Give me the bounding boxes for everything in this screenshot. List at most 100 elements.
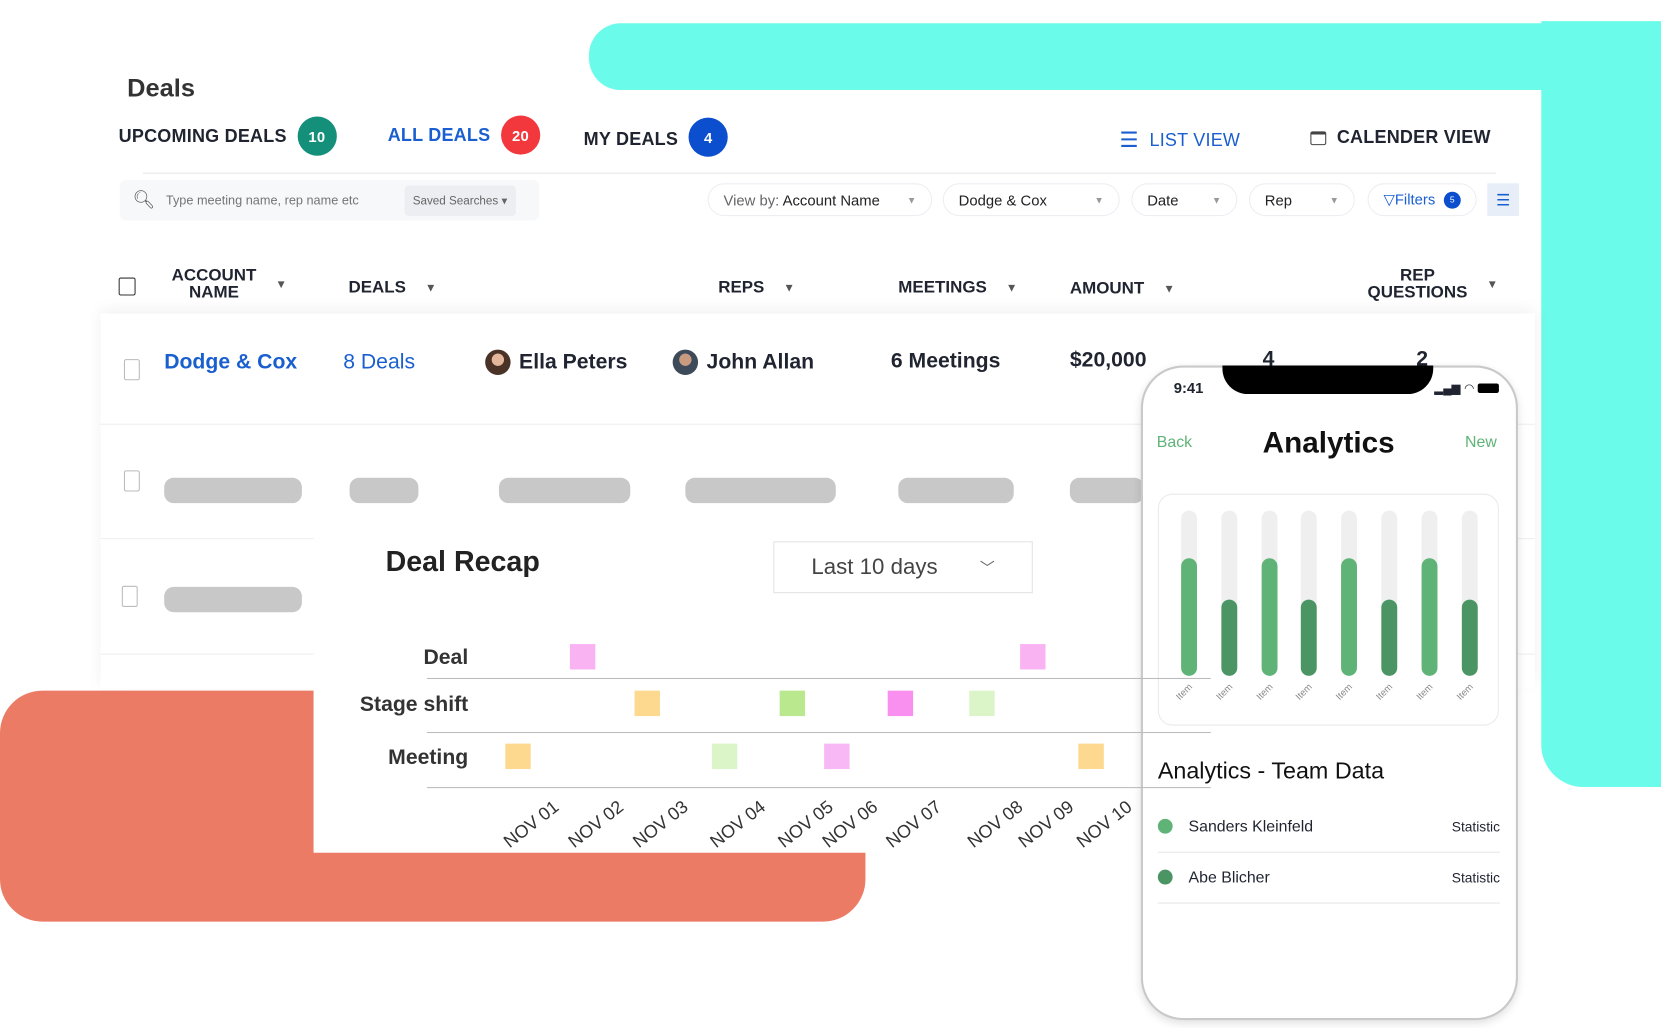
status-time: 9:41 <box>1173 379 1204 397</box>
event-marker[interactable] <box>824 743 850 770</box>
tab-label: UPCOMING DEALS <box>118 125 287 146</box>
saved-searches-dropdown[interactable]: Saved Searches ▾ <box>404 184 516 216</box>
event-marker[interactable] <box>634 690 660 717</box>
calendar-icon <box>1310 130 1327 145</box>
list-view-button[interactable]: ☰ LIST VIEW <box>1120 127 1240 153</box>
decor-cyan-bar <box>588 23 1661 91</box>
event-marker[interactable] <box>969 690 995 717</box>
bar-track <box>1181 510 1198 676</box>
event-marker[interactable] <box>887 690 914 717</box>
list-view-label: LIST VIEW <box>1149 129 1241 150</box>
settings-sliders-button[interactable]: ☰ <box>1487 183 1520 217</box>
count-badge: 4 <box>688 117 728 157</box>
tab-all-deals[interactable]: ALL DEALS 20 <box>388 115 541 155</box>
search-input[interactable] <box>165 192 405 208</box>
bar <box>1261 558 1278 676</box>
count-badge: 20 <box>500 115 541 155</box>
team-list-item[interactable]: Sanders Kleinfeld Statistic <box>1157 814 1500 853</box>
page-title: Deals <box>127 74 195 103</box>
bar-track <box>1461 510 1478 676</box>
account-dropdown[interactable]: Dodge & Cox ▼ <box>942 183 1120 217</box>
account-link[interactable]: Dodge & Cox <box>164 351 297 375</box>
chevron-down-icon: ﹀ <box>979 558 995 576</box>
filters-count-badge: 5 <box>1443 191 1461 209</box>
event-marker[interactable] <box>1078 743 1104 770</box>
select-all-checkbox[interactable] <box>118 277 136 296</box>
bar-track <box>1421 510 1438 676</box>
range-dropdown[interactable]: Last 10 days ﹀ <box>773 541 1033 594</box>
skeleton <box>164 586 302 613</box>
skeleton <box>1069 477 1145 504</box>
bar <box>1221 599 1238 676</box>
deals-link[interactable]: 8 Deals <box>343 351 415 375</box>
event-marker[interactable] <box>779 690 806 717</box>
new-button[interactable]: New <box>1465 433 1497 451</box>
tab-my-deals[interactable]: MY DEALS 4 <box>583 117 728 157</box>
row-gridline <box>426 731 1211 734</box>
column-rep-questions[interactable]: REP QUESTIONS ▼ <box>1368 267 1498 302</box>
phone-title: Analytics <box>1262 425 1395 459</box>
bar-track <box>1381 510 1398 676</box>
bar <box>1381 599 1398 676</box>
signal-icon: ▂▄▆ <box>1434 382 1461 396</box>
amount: $20,000 <box>1069 348 1147 372</box>
search-bar[interactable]: 🔍︎ Saved Searches ▾ <box>119 180 540 221</box>
skeleton <box>898 477 1014 504</box>
status-dot <box>1157 818 1173 834</box>
status-icons: ▂▄▆ ◠ <box>1434 381 1500 396</box>
calendar-view-button[interactable]: CALENDER VIEW <box>1310 127 1490 148</box>
row-checkbox[interactable] <box>123 470 140 492</box>
column-amount[interactable]: AMOUNT ▼ <box>1070 280 1175 298</box>
tab-upcoming-deals[interactable]: UPCOMING DEALS 10 <box>118 116 337 156</box>
team-list-item[interactable]: Abe Blicher Statistic <box>1157 864 1500 904</box>
rep-dropdown[interactable]: Rep ▼ <box>1248 183 1355 217</box>
bar <box>1181 558 1198 676</box>
search-icon: 🔍︎ <box>132 189 156 210</box>
column-reps[interactable]: REPS ▼ <box>718 279 795 297</box>
event-marker[interactable] <box>569 644 596 670</box>
decor-cyan-column <box>1541 21 1661 788</box>
event-marker[interactable] <box>505 743 531 770</box>
skeleton <box>164 477 302 504</box>
row-checkbox[interactable] <box>121 585 138 607</box>
rep-ella: Ella Peters <box>485 349 627 375</box>
event-marker[interactable] <box>1020 644 1046 670</box>
tab-label: MY DEALS <box>583 128 679 149</box>
column-meetings[interactable]: MEETINGS ▼ <box>898 279 1017 297</box>
bar-track <box>1221 510 1238 676</box>
row-label: Deal <box>423 646 469 670</box>
filter-icon: ▽ <box>1383 190 1395 208</box>
list-icon: ☰ <box>1119 129 1139 153</box>
row-checkbox[interactable] <box>123 359 140 381</box>
view-by-dropdown[interactable]: View by: Account Name ▼ <box>707 183 933 217</box>
row-label: Stage shift <box>359 692 469 717</box>
bar <box>1421 558 1438 676</box>
bar <box>1341 558 1358 676</box>
row-gridline <box>426 677 1211 680</box>
column-account-name[interactable]: ACCOUNT NAME ▼ <box>172 267 287 302</box>
phone-notch <box>1222 365 1434 395</box>
bar <box>1461 599 1478 676</box>
bar-track <box>1261 510 1278 676</box>
meetings-count: 6 Meetings <box>890 349 1001 373</box>
calendar-view-label: CALENDER VIEW <box>1336 127 1491 148</box>
count-badge: 10 <box>297 116 337 156</box>
date-dropdown[interactable]: Date ▼ <box>1131 183 1238 217</box>
bar-track <box>1341 510 1358 676</box>
filters-button[interactable]: ▽Filters 5 <box>1367 183 1477 217</box>
wifi-icon: ◠ <box>1464 382 1474 396</box>
battery-icon <box>1477 383 1500 394</box>
skeleton <box>498 477 631 504</box>
row-label: Meeting <box>388 745 469 770</box>
sliders-icon: ☰ <box>1496 191 1511 210</box>
section-title: Analytics - Team Data <box>1157 757 1385 784</box>
avatar <box>672 349 699 375</box>
back-button[interactable]: Back <box>1157 433 1192 451</box>
rep-john: John Allan <box>672 349 814 375</box>
event-marker[interactable] <box>711 743 738 770</box>
avatar <box>485 349 511 375</box>
column-deals[interactable]: DEALS ▼ <box>349 279 437 297</box>
bar <box>1301 599 1318 676</box>
analytics-chart-card <box>1157 493 1499 726</box>
bar-track <box>1301 510 1318 676</box>
